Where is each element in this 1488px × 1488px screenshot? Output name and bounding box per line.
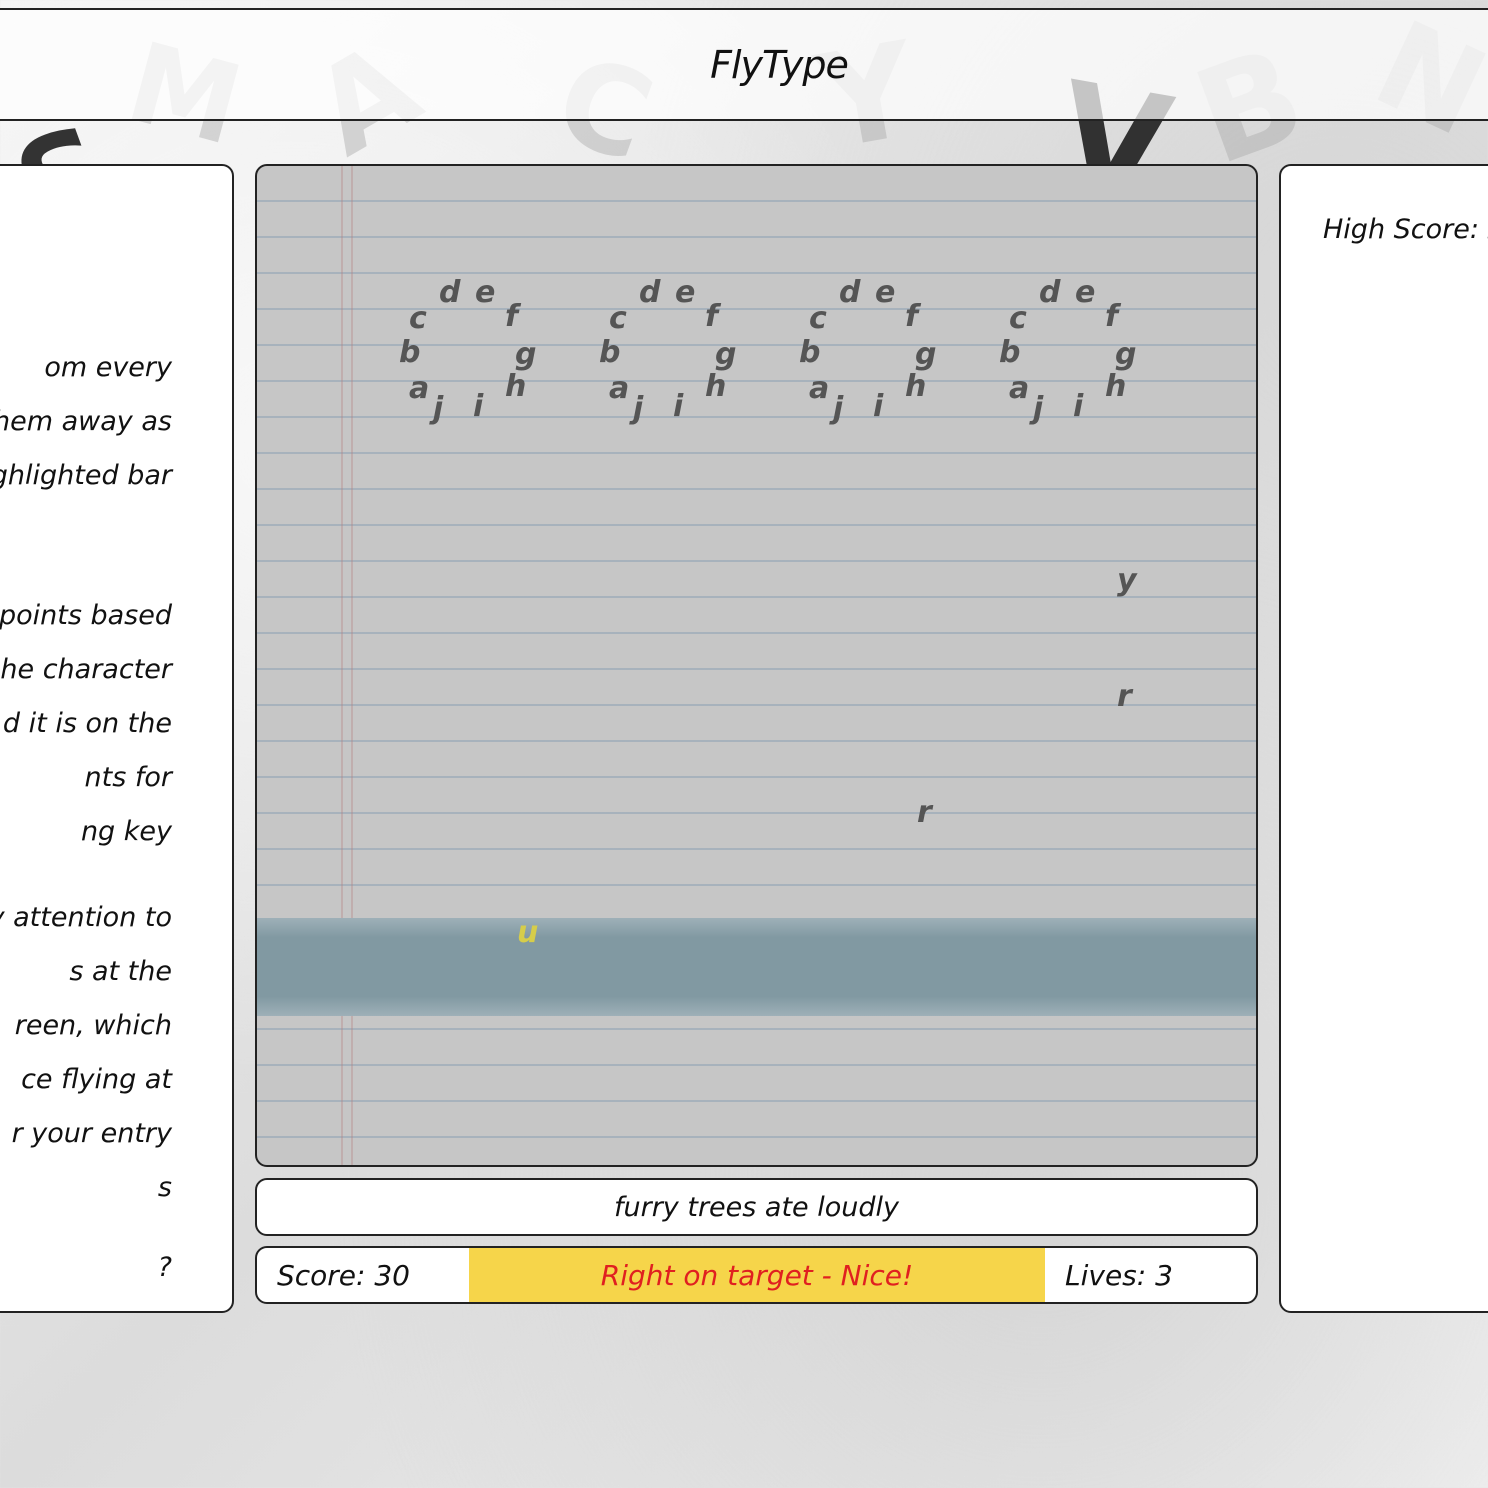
formation-letter: j (1033, 391, 1044, 426)
instructions-line: s (157, 1172, 172, 1203)
target-hit-bar (257, 918, 1256, 1016)
formation-letter: e (475, 275, 496, 310)
formation-letter: b (599, 335, 621, 370)
game-playfield[interactable]: abcdefghijabcdefghijabcdefghijabcdefghij… (255, 164, 1258, 1167)
feedback-message: Right on target - Nice! (469, 1248, 1045, 1302)
high-score-display: High Score: 2 (1323, 214, 1488, 245)
formation-letter: d (1039, 275, 1061, 310)
instructions-line: he character (0, 654, 172, 685)
formation-letter: i (873, 389, 884, 424)
formation-letter: g (1115, 337, 1137, 372)
formation-letter: j (833, 391, 844, 426)
formation-letter: b (799, 335, 821, 370)
formation-letter: e (675, 275, 696, 310)
formation-letter: a (409, 371, 430, 406)
formation-letter: i (1073, 389, 1084, 424)
instructions-line: ng key (80, 816, 172, 847)
formation-letter: h (705, 369, 727, 404)
instructions-panel: om every hem away as ghlighted bar point… (0, 164, 234, 1313)
formation-letter: h (905, 369, 927, 404)
formation-letter: j (433, 391, 444, 426)
falling-letter: r (1117, 679, 1132, 714)
instructions-line: y attention to (0, 902, 172, 933)
formation-letter: d (439, 275, 461, 310)
instructions-line: points based (0, 600, 172, 631)
formation-letter: f (505, 299, 519, 334)
formation-letter: g (715, 337, 737, 372)
falling-letter: r (917, 795, 932, 830)
formation-letter: g (915, 337, 937, 372)
formation-letter: h (1105, 369, 1127, 404)
instructions-line: ? (157, 1252, 172, 1283)
falling-letter: y (1117, 563, 1137, 598)
formation-letter: g (515, 337, 537, 372)
active-letter: u (517, 915, 539, 950)
instructions-line: r your entry (11, 1118, 172, 1149)
formation-letter: i (673, 389, 684, 424)
formation-letter: e (1075, 275, 1096, 310)
formation-letter: a (1009, 371, 1030, 406)
formation-letter: j (633, 391, 644, 426)
formation-letter: d (639, 275, 661, 310)
status-bar: Score: 30 Right on target - Nice! Lives:… (255, 1246, 1258, 1304)
instructions-line: s at the (69, 956, 172, 987)
target-phrase: furry trees ate loudly (613, 1191, 900, 1223)
instructions-line: hem away as (0, 406, 172, 437)
formation-letter: c (409, 301, 427, 336)
formation-letter: c (809, 301, 827, 336)
formation-letter: f (705, 299, 719, 334)
instructions-line: reen, which (14, 1010, 172, 1041)
target-phrase-bar: furry trees ate loudly (255, 1178, 1258, 1236)
instructions-line: ce flying at (21, 1064, 172, 1095)
formation-letter: c (1009, 301, 1027, 336)
app-header: FlyType (0, 8, 1488, 121)
formation-letter: i (473, 389, 484, 424)
formation-letter: b (399, 335, 421, 370)
instructions-line: nts for (84, 762, 172, 793)
lives-display: Lives: 3 (1065, 1258, 1173, 1292)
formation-letter: h (505, 369, 527, 404)
high-score-panel: High Score: 2 (1279, 164, 1488, 1313)
formation-letter: f (905, 299, 919, 334)
formation-letter: a (809, 371, 830, 406)
formation-letter: b (999, 335, 1021, 370)
formation-letter: a (609, 371, 630, 406)
formation-letter: c (609, 301, 627, 336)
app-title: FlyType (710, 42, 849, 87)
instructions-line: ghlighted bar (0, 460, 172, 491)
formation-letter: f (1105, 299, 1119, 334)
instructions-line: om every (44, 352, 172, 383)
score-display: Score: 30 (277, 1258, 410, 1292)
formation-letter: e (875, 275, 896, 310)
formation-letter: d (839, 275, 861, 310)
instructions-line: d it is on the (2, 708, 172, 739)
